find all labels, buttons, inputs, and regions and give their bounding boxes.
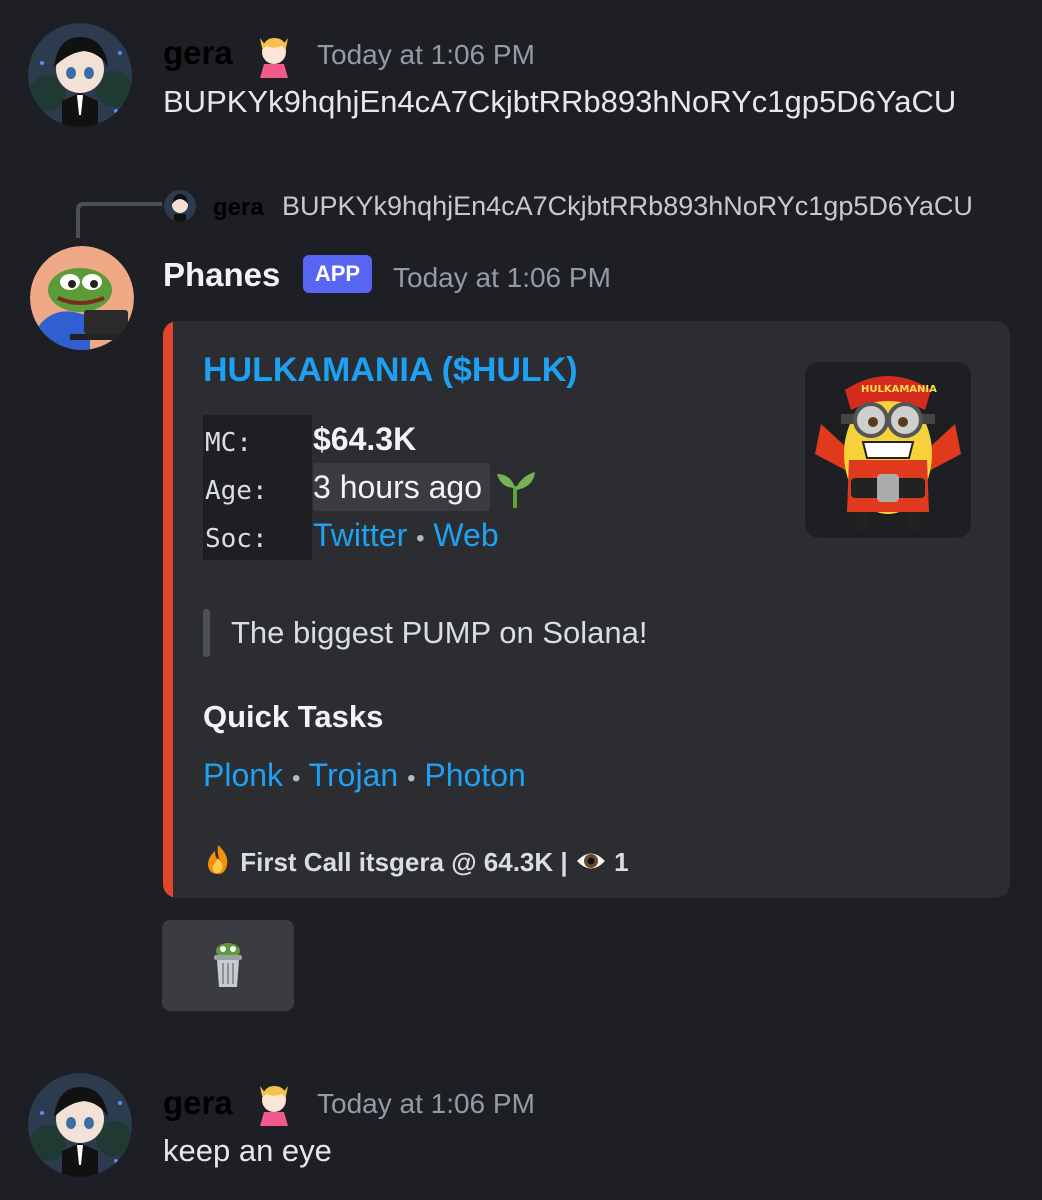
link-separator: • xyxy=(416,525,425,552)
embed-card: HULKAMANIA ($HULK) MC: Age: Soc: $64.3K … xyxy=(163,321,1010,898)
field-label-age: Age: xyxy=(205,476,268,506)
quote-bar xyxy=(203,609,210,657)
role-emoji-icon xyxy=(252,1082,296,1126)
gera-avatar[interactable] xyxy=(28,23,132,127)
author-name[interactable]: Phanes xyxy=(163,256,280,294)
photon-link[interactable]: Photon xyxy=(424,757,525,793)
trash-button[interactable] xyxy=(162,920,294,1011)
fire-icon xyxy=(203,843,233,875)
gera-avatar[interactable] xyxy=(28,1073,132,1177)
gera-avatar-image xyxy=(28,23,132,127)
message-timestamp[interactable]: Today at 1:06 PM xyxy=(317,39,535,71)
twitter-link[interactable]: Twitter xyxy=(313,517,407,553)
author-name[interactable]: gera xyxy=(163,34,233,72)
reply-content[interactable]: BUPKYk9hqhjEn4cA7CkjbtRRb893hNoRYc1gp5D6… xyxy=(282,191,973,222)
trojan-link[interactable]: Trojan xyxy=(309,757,399,793)
author-name[interactable]: gera xyxy=(163,1084,233,1122)
pepe-avatar-image xyxy=(30,246,134,350)
phanes-avatar[interactable] xyxy=(30,246,134,350)
hulk-minion-image: HULKAMANIA xyxy=(815,376,961,530)
embed-thumbnail[interactable]: HULKAMANIA xyxy=(805,362,971,538)
field-value-age: 3 hours ago xyxy=(313,469,483,505)
field-label-soc: Soc: xyxy=(205,524,268,554)
seedling-icon xyxy=(493,468,539,510)
message-timestamp[interactable]: Today at 1:06 PM xyxy=(317,1088,535,1120)
embed-title[interactable]: HULKAMANIA ($HULK) xyxy=(203,351,578,390)
app-badge: APP xyxy=(303,255,372,293)
embed-footer: First Call itsgera @ 64.3K | 1 xyxy=(203,843,629,877)
soc-links: Twitter • Web xyxy=(313,517,499,554)
task-separator: • xyxy=(291,765,301,792)
message-content: keep an eye xyxy=(163,1133,332,1168)
reply-connector xyxy=(76,202,162,238)
field-labels-codeblock: MC: Age: Soc: xyxy=(203,415,312,560)
message-timestamp[interactable]: Today at 1:06 PM xyxy=(393,262,611,294)
svg-text:HULKAMANIA: HULKAMANIA xyxy=(861,384,937,395)
field-value-mc: $64.3K xyxy=(313,421,417,457)
embed-accent-bar xyxy=(163,321,173,898)
reply-author[interactable]: gera xyxy=(213,194,264,222)
quick-tasks-links: Plonk • Trojan • Photon xyxy=(203,757,526,794)
message-content: BUPKYk9hqhjEn4cA7CkjbtRRb893hNoRYc1gp5D6… xyxy=(163,84,957,119)
plonk-link[interactable]: Plonk xyxy=(203,757,283,793)
eye-icon xyxy=(575,848,607,874)
role-emoji-icon xyxy=(252,34,296,78)
task-separator: • xyxy=(407,765,416,792)
footer-count: 1 xyxy=(614,847,629,877)
field-label-mc: MC: xyxy=(205,428,252,458)
reply-avatar[interactable] xyxy=(164,190,196,222)
web-link[interactable]: Web xyxy=(433,517,498,553)
embed-quote: The biggest PUMP on Solana! xyxy=(231,615,648,650)
footer-text: First Call itsgera @ 64.3K | xyxy=(240,847,568,877)
gera-avatar-image xyxy=(28,1073,132,1177)
trash-can-pepe-icon xyxy=(210,941,246,989)
quick-tasks-heading: Quick Tasks xyxy=(203,699,384,734)
